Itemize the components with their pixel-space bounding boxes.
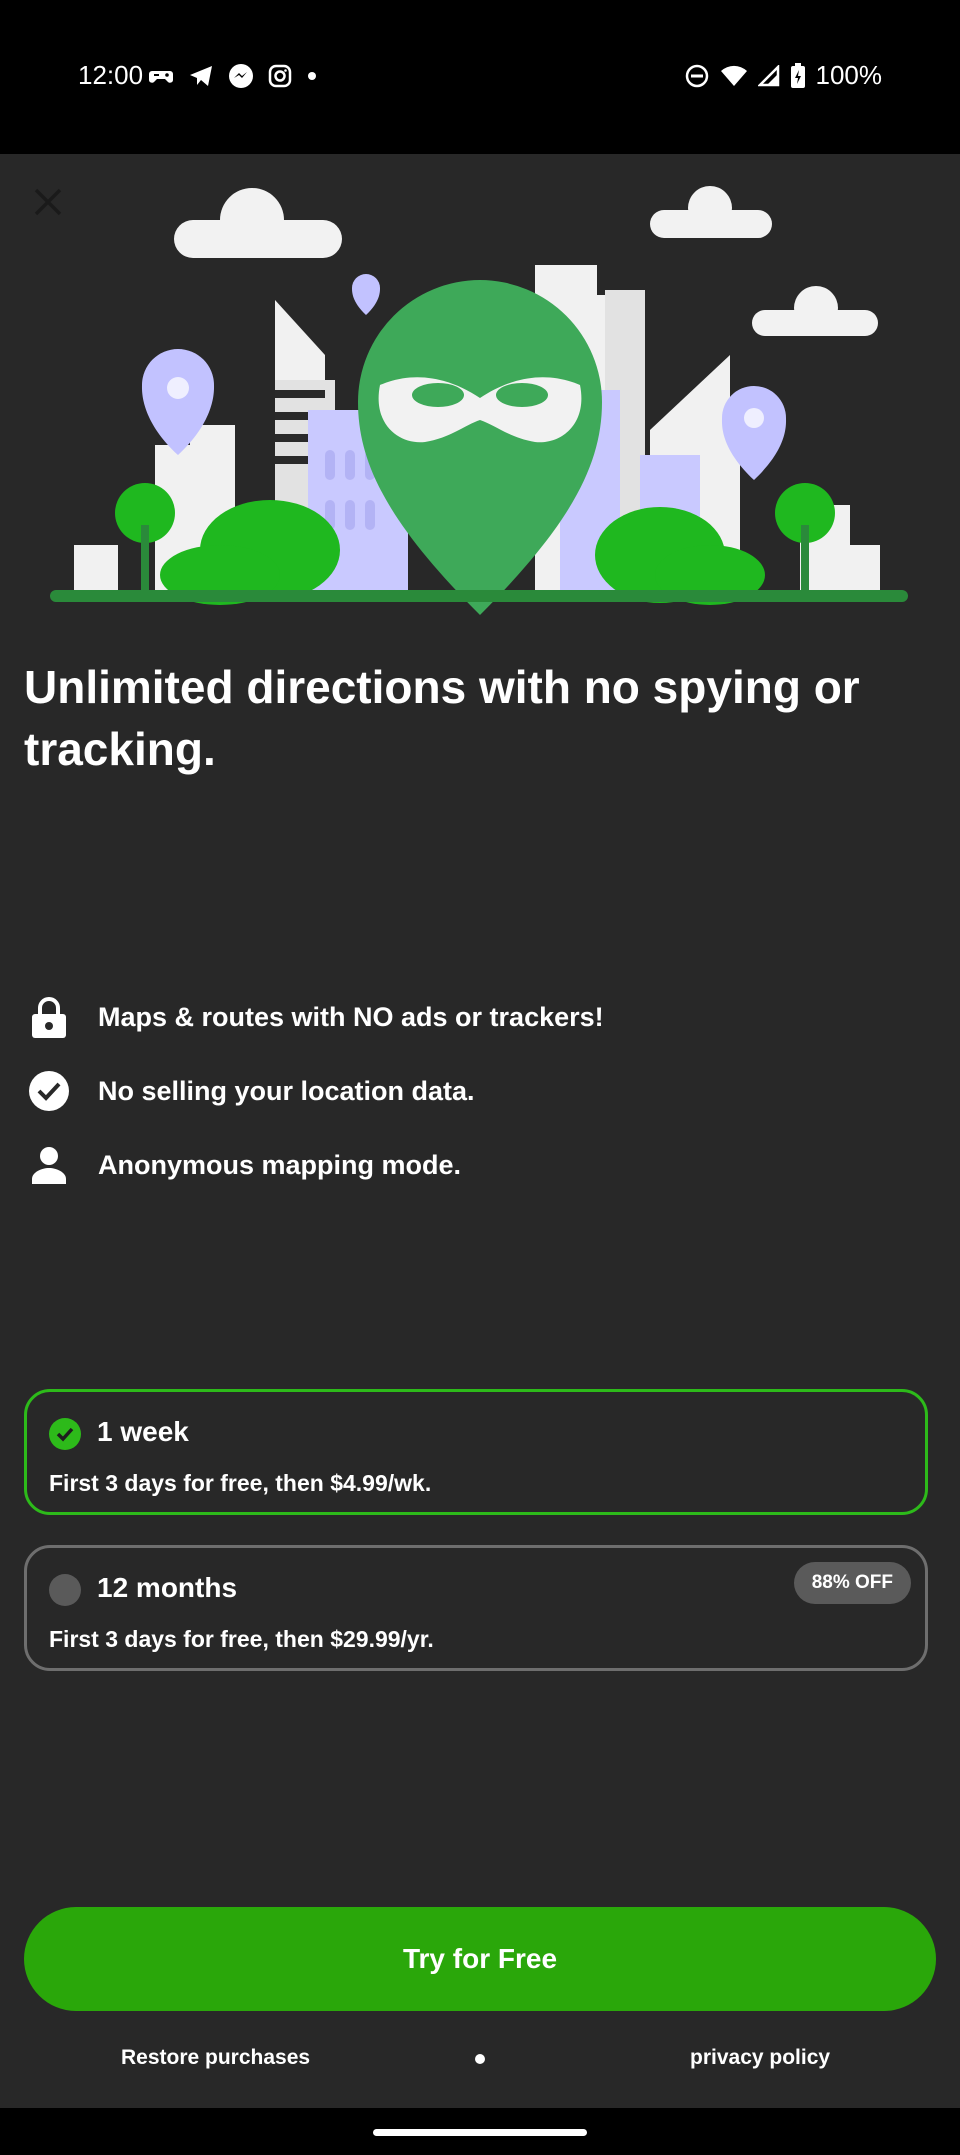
status-time: 12:00	[78, 60, 144, 90]
discount-badge: 88% OFF	[793, 1562, 911, 1604]
messenger-icon	[229, 64, 253, 88]
plan-name: 1 week	[97, 1416, 189, 1447]
person-icon	[28, 1144, 70, 1186]
feature-item-no-selling: No selling your location data.	[28, 1054, 928, 1128]
notification-icons	[148, 63, 318, 89]
feature-item-anonymous: Anonymous mapping mode.	[28, 1128, 928, 1202]
wifi-icon	[720, 65, 747, 86]
do-not-disturb-icon	[685, 64, 708, 87]
cloud-icon	[752, 286, 878, 336]
plan-description: First 3 days for free, then $4.99/wk.	[49, 1470, 432, 1496]
battery-percentage: 100%	[815, 60, 883, 90]
dot-icon	[308, 72, 316, 80]
home-gesture-handle[interactable]	[373, 2129, 587, 2136]
try-for-free-button[interactable]: Try for Free	[24, 1907, 936, 2011]
game-controller-icon	[149, 71, 173, 83]
plan-option-1-week[interactable]: 1 week First 3 days for free, then $4.99…	[24, 1389, 928, 1515]
feature-list: Maps & routes with NO ads or trackers! N…	[28, 980, 928, 1202]
cell-signal-icon	[757, 64, 779, 86]
plan-name: 12 months	[97, 1572, 238, 1603]
feature-item-no-ads: Maps & routes with NO ads or trackers!	[28, 980, 928, 1054]
privacy-policy-link[interactable]: privacy policy	[690, 2046, 830, 2070]
plan-description: First 3 days for free, then $29.99/yr.	[49, 1626, 434, 1652]
lock-icon	[28, 996, 70, 1038]
instagram-icon	[268, 64, 292, 88]
location-pin-icon	[352, 274, 380, 315]
cloud-icon	[650, 186, 772, 238]
feature-text: Maps & routes with NO ads or trackers!	[98, 1001, 604, 1032]
plan-option-12-months[interactable]: 12 months First 3 days for free, then $2…	[24, 1545, 928, 1671]
radio-unchecked-icon	[49, 1574, 81, 1606]
cloud-icon	[174, 188, 342, 258]
check-circle-icon	[28, 1070, 70, 1112]
feature-text: No selling your location data.	[98, 1075, 475, 1106]
feature-text: Anonymous mapping mode.	[98, 1149, 462, 1180]
telegram-icon	[190, 66, 212, 86]
restore-purchases-link[interactable]: Restore purchases	[121, 2046, 310, 2070]
page-title: Unlimited directions with no spying or t…	[24, 661, 860, 775]
radio-checked-icon	[49, 1418, 81, 1450]
separator-dot	[475, 2054, 485, 2064]
status-bar: 12:00 100%	[0, 0, 960, 154]
system-icons: 100%	[684, 60, 883, 91]
battery-icon	[790, 62, 805, 88]
hero-illustration	[50, 186, 908, 615]
